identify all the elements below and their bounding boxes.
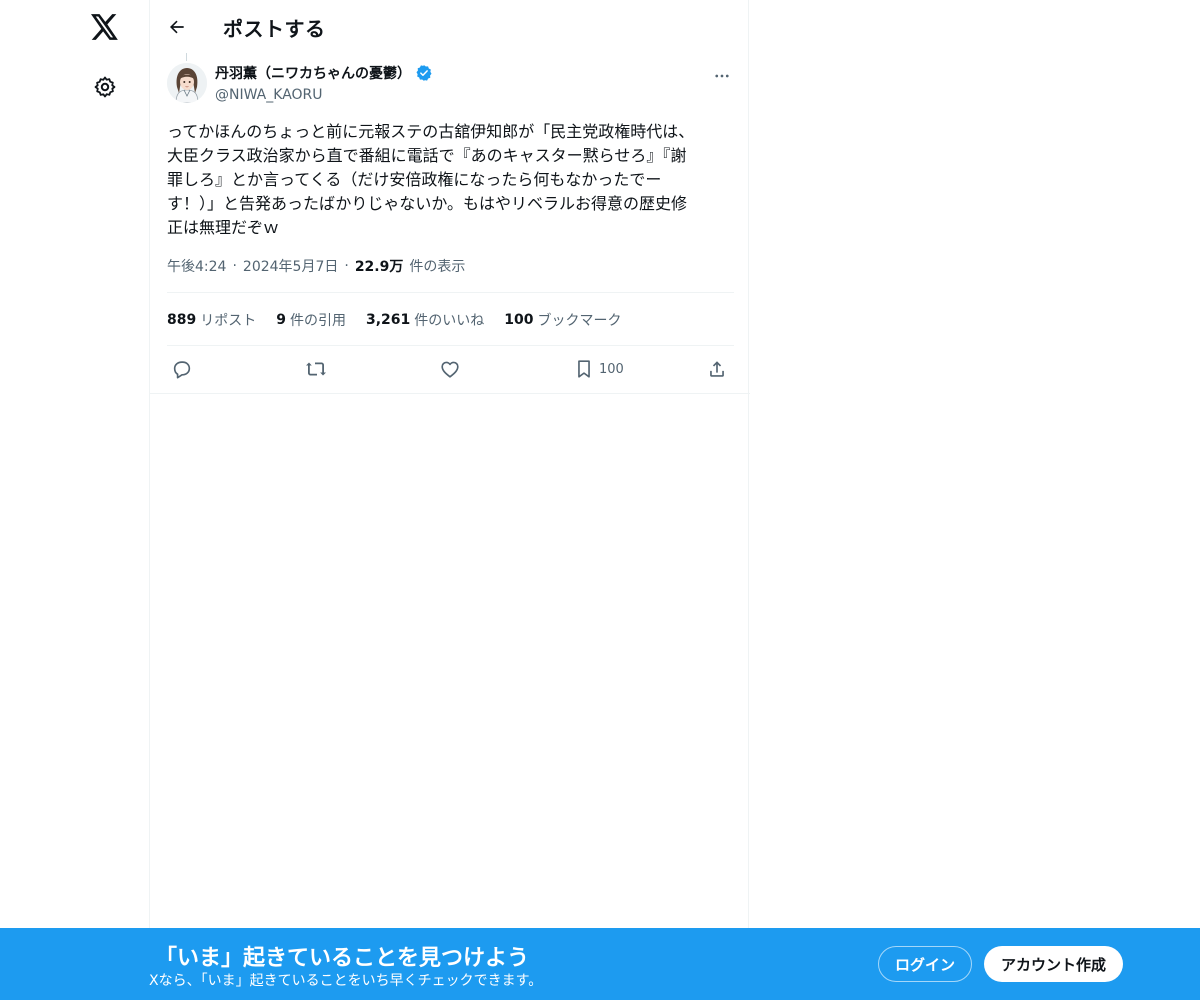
bookmark-count: 100 xyxy=(599,361,624,377)
page-title: ポストする xyxy=(223,17,326,41)
page-header: ポストする xyxy=(150,0,750,53)
more-button[interactable] xyxy=(712,66,732,86)
heart-icon xyxy=(441,361,459,378)
main-column: ポストする 丹羽薫（ニワカちゃんの憂鬱） @NIWA_KAORU ってかほんのち… xyxy=(149,0,750,1000)
signup-button[interactable]: アカウント作成 xyxy=(984,946,1123,982)
meta-separator: · xyxy=(344,258,349,274)
x-logo-icon[interactable] xyxy=(89,11,121,43)
banner-subtitle: Xなら、「いま」起きていることをいち早くチェックできます。 xyxy=(149,973,543,989)
post-meta: 午後4:24 · 2024年5月7日 · 22.9万 件の表示 xyxy=(167,256,465,276)
left-rail xyxy=(0,0,150,1000)
bookmark-button[interactable]: 100 xyxy=(573,357,624,381)
likes-count: 3,261 xyxy=(365,312,411,328)
divider xyxy=(167,292,734,293)
reposts-label: リポスト xyxy=(200,313,257,329)
login-button[interactable]: ログイン xyxy=(878,946,972,982)
views-count: 22.9万 xyxy=(354,259,404,275)
back-button[interactable] xyxy=(165,15,189,39)
post-date[interactable]: 2024年5月7日 xyxy=(243,256,338,276)
reposts-count: 889 xyxy=(167,312,197,328)
like-button[interactable] xyxy=(439,357,461,381)
share-button[interactable] xyxy=(706,357,728,381)
bookmarks-label: ブックマーク xyxy=(537,313,622,329)
post-text: ってかほんのちょっと前に元報ステの古舘伊知郎が「民主党政権時代は、 大臣クラス政… xyxy=(167,122,695,237)
likes-stat[interactable]: 3,261 件のいいね xyxy=(366,310,484,330)
author-name-row[interactable]: 丹羽薫（ニワカちゃんの憂鬱） xyxy=(215,63,433,83)
likes-label: 件のいいね xyxy=(414,313,485,329)
bookmarks-count: 100 xyxy=(504,312,534,328)
gear-icon[interactable] xyxy=(92,74,118,100)
bookmark-icon xyxy=(578,360,590,378)
display-name[interactable]: 丹羽薫（ニワカちゃんの憂鬱） xyxy=(215,63,411,83)
quotes-count: 9 xyxy=(276,312,286,328)
quotes-label: 件の引用 xyxy=(289,313,346,329)
post-actions: 100 xyxy=(167,357,734,381)
thread-line xyxy=(186,53,187,61)
post-stats: 889 リポスト 9 件の引用 3,261 件のいいね 100 ブックマーク xyxy=(167,310,642,330)
reply-button[interactable] xyxy=(171,357,193,381)
meta-separator: · xyxy=(232,258,237,274)
bookmarks-stat[interactable]: 100 ブックマーク xyxy=(504,310,621,330)
quotes-stat[interactable]: 9 件の引用 xyxy=(276,310,346,330)
reposts-stat[interactable]: 889 リポスト xyxy=(167,310,256,330)
verified-badge-icon xyxy=(415,64,433,82)
repost-button[interactable] xyxy=(304,357,328,381)
views-label: 件の表示 xyxy=(409,259,466,275)
banner-title: 「いま」起きていることを見つけよう xyxy=(155,946,530,971)
more-dots-icon xyxy=(715,74,729,78)
post-time[interactable]: 午後4:24 xyxy=(167,256,226,276)
repost-icon xyxy=(306,362,326,376)
share-icon xyxy=(710,361,724,377)
divider xyxy=(167,345,734,346)
author-handle[interactable]: @NIWA_KAORU xyxy=(215,87,323,103)
avatar[interactable] xyxy=(167,63,207,103)
arrow-left-icon xyxy=(170,20,184,34)
divider xyxy=(150,393,750,394)
reply-icon xyxy=(173,361,191,379)
